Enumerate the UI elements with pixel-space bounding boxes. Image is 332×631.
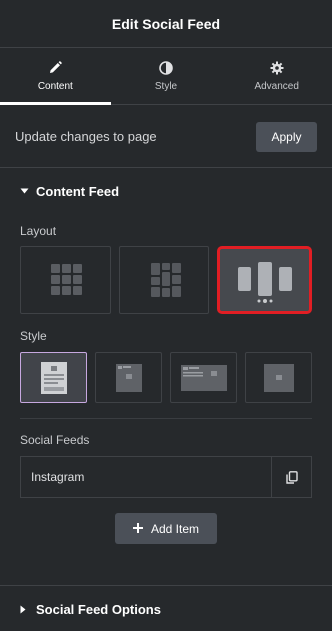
style-4-option[interactable] bbox=[245, 352, 312, 403]
divider bbox=[20, 418, 312, 419]
tab-content[interactable]: Content bbox=[0, 48, 111, 105]
panel-title: Edit Social Feed bbox=[111, 15, 221, 32]
style-2-option[interactable] bbox=[95, 352, 162, 403]
tab-bar: Content Style Advanced bbox=[0, 48, 332, 105]
layout-options bbox=[20, 246, 313, 314]
layout-label: Layout bbox=[20, 224, 57, 238]
style-1-thumbnail-icon bbox=[40, 361, 67, 394]
add-item-button[interactable]: Add Item bbox=[115, 513, 217, 544]
tab-advanced[interactable]: Advanced bbox=[221, 48, 332, 104]
apply-button[interactable]: Apply bbox=[256, 122, 317, 152]
duplicate-icon[interactable] bbox=[271, 457, 311, 497]
layout-masonry-option[interactable] bbox=[118, 246, 210, 314]
style-options bbox=[20, 352, 312, 403]
style-2-thumbnail-icon bbox=[115, 363, 142, 392]
social-feed-options-header[interactable]: Social Feed Options bbox=[0, 587, 332, 631]
feed-item-label: Instagram bbox=[31, 470, 85, 484]
style-3-thumbnail-icon bbox=[180, 364, 227, 391]
plus-icon bbox=[132, 522, 143, 536]
pencil-icon bbox=[48, 61, 62, 75]
feed-repeater-item[interactable]: Instagram bbox=[20, 456, 312, 498]
panel-header: Edit Social Feed bbox=[0, 0, 332, 48]
social-feed-options-title: Social Feed Options bbox=[36, 601, 161, 617]
layout-carousel-option[interactable] bbox=[217, 246, 313, 314]
carousel-layout-icon bbox=[238, 262, 293, 303]
content-feed-title: Content Feed bbox=[36, 183, 120, 199]
grid-layout-icon bbox=[51, 264, 82, 295]
content-feed-section-header[interactable]: Content Feed bbox=[0, 169, 332, 213]
style-1-option[interactable] bbox=[20, 352, 87, 403]
caret-down-icon bbox=[20, 188, 30, 194]
add-item-label: Add Item bbox=[150, 521, 200, 536]
half-circle-icon bbox=[159, 60, 173, 75]
tab-advanced-label: Advanced bbox=[254, 80, 299, 92]
tab-content-label: Content bbox=[37, 80, 73, 92]
style-3-option[interactable] bbox=[170, 352, 237, 403]
gear-icon bbox=[270, 61, 284, 75]
tab-style[interactable]: Style bbox=[111, 48, 222, 104]
update-changes-label: Update changes to page bbox=[15, 129, 157, 144]
style-label: Style bbox=[20, 329, 47, 343]
tab-style-label: Style bbox=[154, 80, 178, 92]
layout-grid-option[interactable] bbox=[20, 246, 111, 314]
social-feeds-label: Social Feeds bbox=[20, 433, 90, 447]
update-changes-row: Update changes to page Apply bbox=[0, 105, 332, 168]
caret-right-icon bbox=[20, 605, 30, 614]
masonry-layout-icon bbox=[150, 263, 181, 297]
style-4-thumbnail-icon bbox=[263, 363, 294, 392]
